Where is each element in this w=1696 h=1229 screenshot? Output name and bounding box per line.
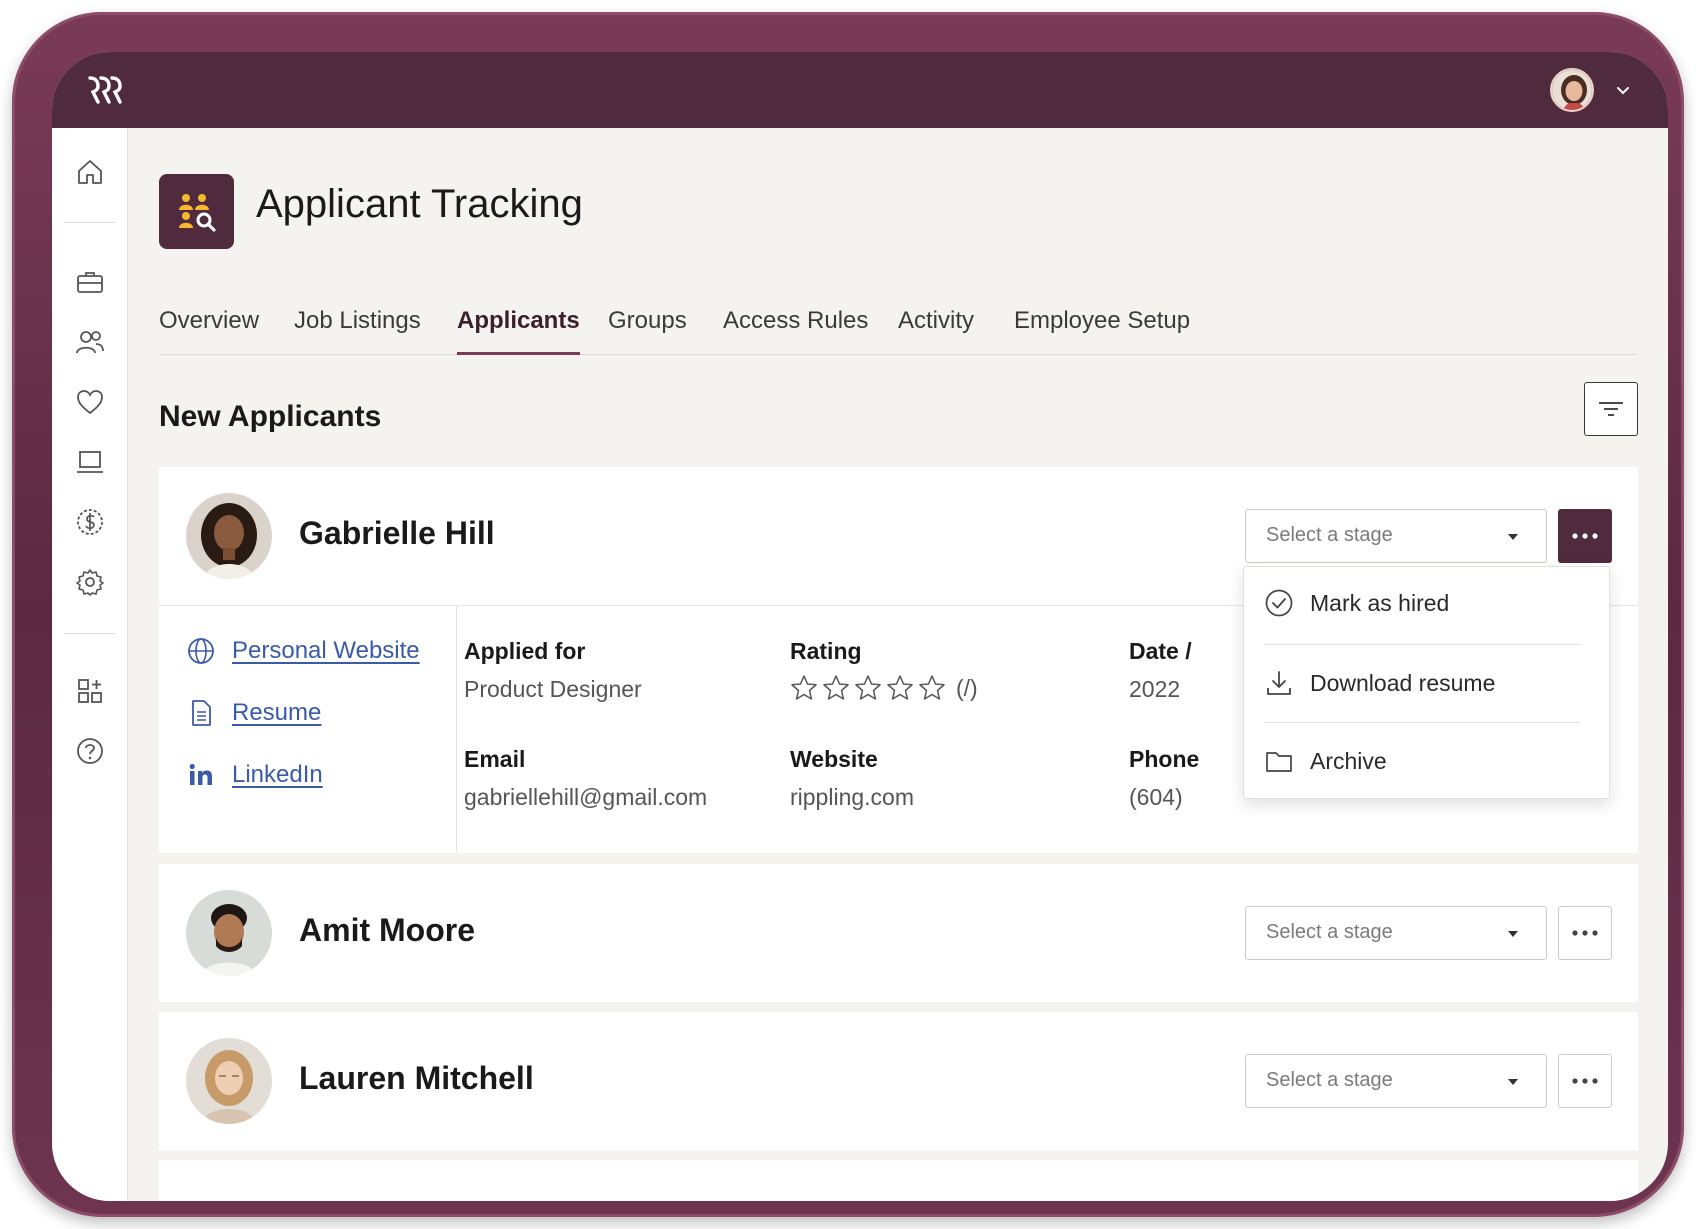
menu-item-label: Mark as hired [1310,589,1450,616]
download-icon [1267,671,1291,695]
personal-website-label: Personal Website [232,637,420,664]
applicant-avatar [186,890,272,976]
applicant-card-header[interactable]: Lauren Mitchell Select a stage [159,1012,1638,1150]
menu-item-archive[interactable]: Archive [1264,725,1590,797]
applicant-name: Gabrielle Hill [299,515,495,551]
stage-select[interactable]: Select a stage [1245,906,1547,960]
check-circle-icon [1265,589,1293,617]
email-value: gabriellehill@gmail.com [464,784,708,810]
personal-website-link[interactable]: Personal Website [186,636,420,666]
applicant-avatar [186,493,272,579]
device-frame: Applicant Tracking Overview Job Listings… [12,12,1684,1217]
tab-employee-setup[interactable]: Employee Setup [1014,307,1190,355]
page-title: Applicant Tracking [256,182,583,226]
tab-groups[interactable]: Groups [608,307,687,355]
stage-select-placeholder: Select a stage [1266,524,1393,546]
website-label: Website [790,746,878,772]
menu-item-mark-as-hired[interactable]: Mark as hired [1264,567,1590,639]
date-value: 2022 [1129,676,1181,702]
laptop-icon[interactable] [72,444,108,480]
applicant-card-header[interactable]: Amit Moore Select a stage [159,864,1638,1002]
tab-bar: Overview Job Listings Applicants Groups … [159,293,1636,355]
rating-stars[interactable]: (/) [790,674,978,702]
rating-text: (/) [956,674,978,701]
more-icon [1572,1078,1598,1084]
sidebar-divider [64,633,116,634]
top-bar [52,52,1668,128]
chevron-down-icon[interactable] [1613,80,1633,100]
stage-select-placeholder: Select a stage [1266,921,1393,943]
star-icon[interactable] [790,674,818,702]
linkedin-icon [189,763,212,785]
briefcase-icon[interactable] [72,264,108,300]
caret-down-icon [1508,931,1518,937]
phone-label: Phone [1129,746,1200,772]
menu-item-label: Archive [1310,747,1387,774]
dollar-icon[interactable] [72,504,108,540]
menu-divider [1264,644,1580,645]
globe-icon [188,638,214,664]
settings-icon[interactable] [72,564,108,600]
star-icon[interactable] [918,674,946,702]
folder-icon [1266,752,1292,772]
user-avatar[interactable] [1550,68,1594,112]
more-icon [1572,930,1598,936]
caret-down-icon [1508,1079,1518,1085]
more-actions-button[interactable] [1558,906,1612,960]
tab-activity[interactable]: Activity [898,307,974,355]
tab-access-rules[interactable]: Access Rules [723,307,868,355]
sidebar [52,128,128,1201]
sidebar-divider [64,222,116,223]
menu-item-download-resume[interactable]: Download resume [1264,647,1590,719]
tab-job-listings[interactable]: Job Listings [294,307,421,355]
rating-label: Rating [790,638,862,664]
more-actions-button[interactable] [1558,509,1612,563]
rippling-logo-icon[interactable] [86,72,126,108]
email-label: Email [464,746,526,772]
stage-select[interactable]: Select a stage [1245,509,1547,563]
tab-applicants[interactable]: Applicants [457,307,580,355]
resume-label: Resume [232,699,322,726]
apps-icon[interactable] [72,673,108,709]
tab-overview[interactable]: Overview [159,307,259,355]
filter-button[interactable] [1584,382,1638,436]
star-icon[interactable] [822,674,850,702]
applicant-name: Amit Moore [299,912,475,948]
document-icon [192,700,211,726]
applicant-tracking-app-icon [159,174,234,249]
applicant-avatar [186,1038,272,1124]
home-icon[interactable] [72,154,108,190]
star-icon[interactable] [886,674,914,702]
menu-divider [1264,722,1580,723]
applied-for-value: Product Designer [464,676,642,702]
linkedin-link[interactable]: LinkedIn [186,760,323,790]
phone-value: (604) [1129,784,1183,810]
help-icon[interactable] [72,733,108,769]
people-icon[interactable] [72,324,108,360]
applicant-card: Lauren Mitchell Select a stage [159,1012,1638,1150]
screen: Applicant Tracking Overview Job Listings… [52,52,1668,1201]
more-icon [1572,533,1598,539]
date-label: Date / [1129,638,1192,664]
applicant-card-partial [159,1160,1638,1201]
star-icon[interactable] [854,674,882,702]
menu-item-label: Download resume [1310,669,1496,696]
resume-link[interactable]: Resume [186,698,321,728]
stage-select[interactable]: Select a stage [1245,1054,1547,1108]
actions-menu: Mark as hired Download resume Archive [1243,566,1610,799]
applicant-name: Lauren Mitchell [299,1060,534,1096]
linkedin-label: LinkedIn [232,761,323,788]
applicant-links: Personal Website Resume LinkedIn [159,606,457,853]
applicant-card: Amit Moore Select a stage [159,864,1638,1002]
more-actions-button[interactable] [1558,1054,1612,1108]
filter-icon [1599,402,1623,416]
stage-select-placeholder: Select a stage [1266,1069,1393,1091]
applied-for-label: Applied for [464,638,586,664]
section-title: New Applicants [159,400,382,433]
website-value: rippling.com [790,784,914,810]
caret-down-icon [1508,534,1518,540]
heart-icon[interactable] [72,384,108,420]
